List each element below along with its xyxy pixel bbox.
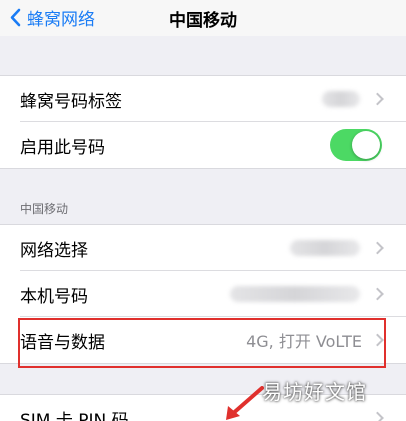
row-label: SIM 卡 PIN 码 — [20, 410, 129, 421]
row-label: 蜂窝号码标签 — [20, 91, 122, 112]
redacted-value — [322, 91, 360, 107]
row-label: 网络选择 — [20, 240, 88, 261]
chevron-right-icon — [371, 333, 384, 347]
my-number-row[interactable]: 本机号码 — [0, 271, 406, 317]
chevron-right-icon — [371, 92, 384, 106]
watermark-text: 易坊好文馆 — [262, 380, 367, 404]
chevron-right-icon — [371, 287, 384, 301]
cellular-plan-label-row[interactable]: 蜂窝号码标签 — [0, 76, 406, 122]
toggle-knob — [352, 131, 380, 159]
chevron-right-icon — [371, 241, 384, 255]
voice-and-data-row[interactable]: 语音与数据 4G, 打开 VoLTE — [0, 317, 406, 363]
carrier-settings-group: 网络选择 本机号码 语音与数据 4G, 打开 VoLTE — [0, 224, 406, 364]
network-selection-row[interactable]: 网络选择 — [0, 225, 406, 271]
enable-number-toggle[interactable] — [330, 129, 382, 161]
voice-data-value: 4G, 打开 VoLTE — [246, 332, 362, 351]
redacted-value — [230, 286, 360, 302]
arrow-icon — [226, 386, 264, 420]
enable-number-row: 启用此号码 — [0, 122, 406, 168]
chevron-right-icon — [371, 411, 384, 421]
row-label: 本机号码 — [20, 286, 88, 307]
page-title: 中国移动 — [169, 11, 237, 31]
carrier-section-header: 中国移动 — [20, 202, 69, 216]
number-settings-group: 蜂窝号码标签 启用此号码 — [0, 75, 406, 169]
navigation-bar: 蜂窝网络 中国移动 — [0, 0, 406, 36]
redacted-value — [290, 240, 360, 256]
row-label: 语音与数据 — [20, 332, 105, 353]
row-label: 启用此号码 — [20, 137, 105, 158]
